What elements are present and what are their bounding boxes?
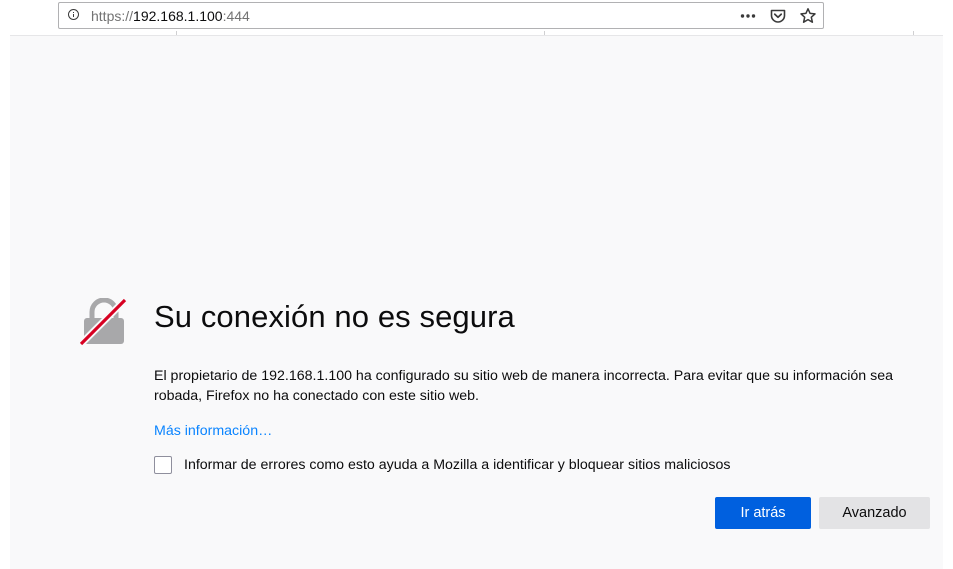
browser-toolbar: https://192.168.1.100:444 (0, 0, 953, 36)
go-back-button[interactable]: Ir atrás (715, 497, 811, 529)
toolbar-tick (913, 31, 914, 35)
address-bar[interactable]: https://192.168.1.100:444 (58, 2, 824, 29)
page-action-icons (739, 6, 817, 26)
page-actions-icon[interactable] (739, 7, 757, 25)
site-info-icon[interactable] (68, 9, 79, 20)
advanced-button[interactable]: Avanzado (819, 497, 930, 529)
url-port: :444 (222, 8, 250, 24)
bookmark-star-icon[interactable] (799, 7, 817, 25)
broken-lock-icon (78, 297, 128, 347)
url-scheme: https:// (91, 8, 134, 24)
url-host: 192.168.1.100 (133, 8, 223, 24)
report-errors-row: Informar de errores como esto ayuda a Mo… (154, 455, 730, 475)
toolbar-tick (176, 31, 177, 35)
report-errors-checkbox[interactable] (154, 456, 172, 474)
toolbar-tick (544, 31, 545, 35)
learn-more-link[interactable]: Más información… (154, 421, 272, 441)
error-description: El propietario de 192.168.1.100 ha confi… (154, 368, 893, 404)
pocket-icon[interactable] (769, 7, 787, 25)
page-title: Su conexión no es segura (154, 299, 515, 334)
url-text[interactable]: https://192.168.1.100:444 (91, 8, 250, 24)
report-errors-label[interactable]: Informar de errores como esto ayuda a Mo… (184, 457, 730, 473)
